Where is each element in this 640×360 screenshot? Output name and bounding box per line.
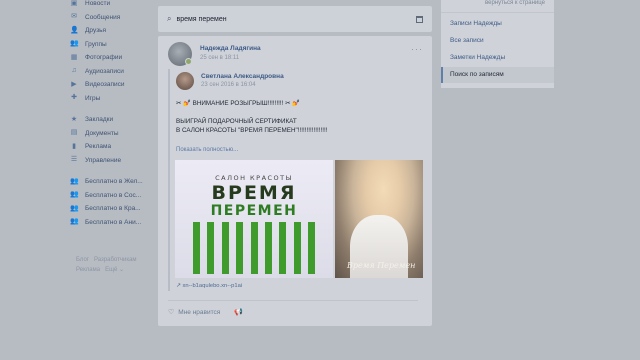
photo-logo-line2: ПЕРЕМЕН xyxy=(210,203,298,219)
menu-item-search-posts[interactable]: Поиск по записям xyxy=(441,67,554,83)
sidebar-item-label: Аудиозаписи xyxy=(85,67,124,75)
app-icon: 👥 xyxy=(70,177,79,185)
sidebar-item-label: Бесплатно в Ани... xyxy=(85,218,142,226)
sidebar-item[interactable]: 👤 Друзья xyxy=(70,24,160,38)
games-icon: ✚ xyxy=(71,94,77,102)
repost-avatar[interactable] xyxy=(176,72,194,90)
sidebar-item-label: Документы xyxy=(85,129,119,137)
left-navigation: ▣ Новости ✉ Сообщения 👤 Друзья 👥 Группы ▦ Фотогра… xyxy=(70,0,160,229)
post-text-line: ВЫИГРАЙ ПОДАРОЧНЫЙ СЕРТИФИКАТ xyxy=(176,118,297,125)
sidebar-item[interactable]: ★ Закладки xyxy=(70,113,160,127)
search-input[interactable]: время перемен xyxy=(176,16,226,23)
post-text-line: В САЛОН КРАСОТЫ "ВРЕМЯ ПЕРЕМЕН"!!!!!!!!!… xyxy=(176,126,328,134)
menu-item-all-posts[interactable]: Все записи xyxy=(450,37,484,44)
sidebar-item[interactable]: ▮ Реклама xyxy=(70,140,160,154)
audio-icon: ♫ xyxy=(71,67,77,75)
share-icon[interactable]: 📢 xyxy=(234,308,243,316)
manage-icon: ☰ xyxy=(70,156,78,164)
avatar[interactable] xyxy=(168,42,192,66)
sidebar-item-label: Бесплатно в Кра... xyxy=(85,205,141,213)
menu-item-notes[interactable]: Заметки Надежды xyxy=(450,54,505,61)
sidebar-item-label: Закладки xyxy=(85,116,114,124)
groups-icon: 👥 xyxy=(70,40,79,48)
sidebar-item[interactable]: 👥 Бесплатно в Сос... xyxy=(70,189,160,203)
photo-logo-line1: ВРЕМЯ xyxy=(211,182,297,204)
search-icon: ⌕ xyxy=(167,14,172,23)
post-text: ВЫИГРАЙ ПОДАРОЧНЫЙ СЕРТИФИКАТ В САЛОН КР… xyxy=(176,118,327,135)
sidebar-item-label: Бесплатно в Жел... xyxy=(85,178,143,186)
menu-item-user-posts[interactable]: Записи Надежды xyxy=(450,20,502,27)
sidebar-item-label: Бесплатно в Сос... xyxy=(85,191,142,199)
post-header: Надежда Ладягина 25 сен в 18:11 xyxy=(168,42,261,66)
photo-logo-stripes xyxy=(193,222,315,274)
sidebar-item-label: Управление xyxy=(85,156,122,164)
sidebar-item[interactable]: ▶ Видеозаписи xyxy=(70,78,160,92)
photo-watermark: Время Перемен xyxy=(347,261,416,270)
sidebar-item-label: Сообщения xyxy=(85,13,121,21)
app-icon: 👥 xyxy=(70,191,79,199)
post-text-line: ✂ 💅 ВНИМАНИЕ РОЗЫГРЫШ!!!!!!!!! ✂ 💅 xyxy=(176,100,301,107)
wall-post: Надежда Ладягина 25 сен в 18:11 ··· Свет… xyxy=(158,36,432,326)
back-to-page-link[interactable]: вернуться к странице xyxy=(485,0,545,6)
post-date[interactable]: 25 сен в 18:11 xyxy=(200,55,261,61)
menu-item-search-label: Поиск по записям xyxy=(450,71,504,78)
sidebar-item[interactable]: 👥 Бесплатно в Кра... xyxy=(70,202,160,216)
sidebar-item[interactable]: ✚ Игры xyxy=(70,92,160,106)
photo-logo-subtitle: САЛОН КРАСОТЫ xyxy=(215,174,293,182)
footer-more-link[interactable]: Ещё ⌄ xyxy=(105,267,124,273)
post-link[interactable]: ↗ xn--b1aqulebo.xn--p1ai xyxy=(176,283,242,289)
sidebar-item-label: Реклама xyxy=(85,143,112,151)
post-photo-bride[interactable]: Время Перемен xyxy=(335,160,423,278)
sidebar-item-label: Видеозаписи xyxy=(85,81,125,89)
footer-links: Блог Разработчикам Реклама Ещё ⌄ xyxy=(76,255,156,275)
sidebar-item[interactable]: 👥 Бесплатно в Жел... xyxy=(70,175,160,189)
app-icon: 👥 xyxy=(70,204,79,212)
wall-search-box[interactable]: ⌕ время перемен xyxy=(158,6,432,32)
sidebar-item[interactable]: ✉ Сообщения xyxy=(70,11,160,25)
sidebar-item-label: Фотографии xyxy=(85,54,123,62)
like-button[interactable]: Мне нравится xyxy=(178,309,220,316)
show-full-link[interactable]: Показать полностью... xyxy=(176,147,238,153)
calendar-icon[interactable] xyxy=(416,15,423,23)
friends-icon: 👤 xyxy=(70,26,79,34)
nav-separator xyxy=(70,167,160,175)
news-icon: ▣ xyxy=(70,0,78,7)
sidebar-item-label: Новости xyxy=(85,0,111,8)
footer-devs-link[interactable]: Разработчикам xyxy=(94,257,137,263)
sidebar-item[interactable]: ▤ Документы xyxy=(70,127,160,141)
nav-separator xyxy=(70,105,160,113)
sidebar-item[interactable]: 👥 Группы xyxy=(70,38,160,52)
sidebar-item[interactable]: ▦ Фотографии xyxy=(70,51,160,65)
sidebar-item-label: Группы xyxy=(85,40,107,48)
sidebar-item[interactable]: ☰ Управление xyxy=(70,154,160,168)
heart-icon[interactable]: ♡ xyxy=(168,308,174,316)
wall-filter-menu: вернуться к странице Записи Надежды Все … xyxy=(441,0,554,88)
divider xyxy=(441,12,554,13)
post-author[interactable]: Надежда Ладягина xyxy=(200,45,261,52)
post-actions: ♡ Мне нравится 📢 xyxy=(168,308,243,317)
repost-date[interactable]: 23 сен 2016 в 16:04 xyxy=(201,82,284,88)
post-link-text[interactable]: xn--b1aqulebo.xn--p1ai xyxy=(182,283,242,289)
footer-ads-link[interactable]: Реклама xyxy=(76,267,100,273)
repost-indicator xyxy=(168,69,170,291)
more-icon[interactable]: ··· xyxy=(411,44,423,54)
ads-icon: ▮ xyxy=(72,142,76,150)
sidebar-item[interactable]: ▣ Новости xyxy=(70,0,160,11)
sidebar-item-label: Игры xyxy=(85,94,101,102)
app-icon: 👥 xyxy=(70,218,79,226)
sidebar-item[interactable]: ♫ Аудиозаписи xyxy=(70,65,160,79)
documents-icon: ▤ xyxy=(70,129,78,137)
video-icon: ▶ xyxy=(71,80,77,88)
post-photo-logo[interactable]: САЛОН КРАСОТЫ ВРЕМЯ ПЕРЕМЕН xyxy=(175,160,333,278)
footer-blog-link[interactable]: Блог xyxy=(76,257,89,263)
sidebar-item-label: Друзья xyxy=(85,27,107,35)
repost-header: Светлана Александровна 23 сен 2016 в 16:… xyxy=(176,72,284,90)
repost-author[interactable]: Светлана Александровна xyxy=(201,73,284,80)
photos-icon: ▦ xyxy=(70,53,78,61)
bookmarks-icon: ★ xyxy=(70,115,78,123)
sidebar-item[interactable]: 👥 Бесплатно в Ани... xyxy=(70,216,160,230)
messages-icon: ✉ xyxy=(71,13,77,21)
divider xyxy=(168,300,418,301)
